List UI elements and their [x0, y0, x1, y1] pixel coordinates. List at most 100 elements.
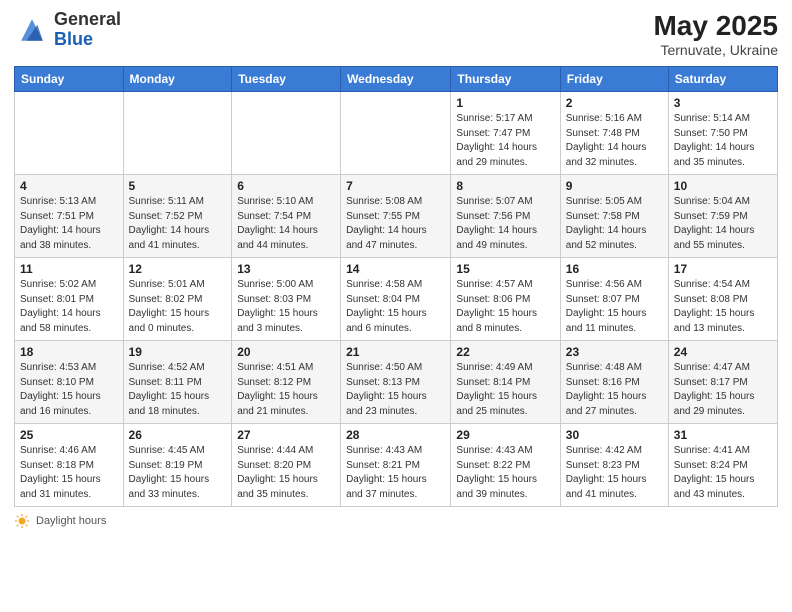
day-info: Sunrise: 4:49 AM Sunset: 8:14 PM Dayligh… [456, 361, 554, 419]
calendar-cell: 18 Sunrise: 4:53 AM Sunset: 8:10 PM Dayli… [15, 341, 124, 424]
calendar-cell [341, 92, 451, 175]
calendar-cell [123, 92, 232, 175]
calendar-cell: 29 Sunrise: 4:43 AM Sunset: 8:22 PM Dayli… [451, 424, 560, 507]
calendar-cell: 31 Sunrise: 4:41 AM Sunset: 8:24 PM Dayli… [668, 424, 777, 507]
calendar: SundayMondayTuesdayWednesdayThursdayFrid… [14, 66, 778, 507]
calendar-cell: 27Sunrise: 4:44 AM Sunset: 8:20 PM Dayli… [232, 424, 341, 507]
day-number: 29 [456, 428, 554, 442]
header: General Blue May 2025 Ternuvate, Ukraine [14, 10, 778, 58]
day-number: 22 [456, 345, 554, 359]
calendar-cell: 15 Sunrise: 4:57 AM Sunset: 8:06 PM Dayli… [451, 258, 560, 341]
day-number: 24 [674, 345, 772, 359]
day-info: Sunrise: 4:45 AM Sunset: 8:19 PM Dayligh… [129, 444, 227, 502]
calendar-cell [232, 92, 341, 175]
day-number: 3 [674, 96, 772, 110]
day-info: Sunrise: 4:47 AM Sunset: 8:17 PM Dayligh… [674, 361, 772, 419]
calendar-cell: 24 Sunrise: 4:47 AM Sunset: 8:17 PM Dayli… [668, 341, 777, 424]
calendar-cell: 16 Sunrise: 4:56 AM Sunset: 8:07 PM Dayli… [560, 258, 668, 341]
day-info: Sunrise: 5:05 AM Sunset: 7:58 PM Dayligh… [566, 195, 663, 253]
day-info: Sunrise: 5:13 AM Sunset: 7:51 PM Dayligh… [20, 195, 118, 253]
calendar-cell: 20 Sunrise: 4:51 AM Sunset: 8:12 PM Dayli… [232, 341, 341, 424]
calendar-cell: 11 Sunrise: 5:02 AM Sunset: 8:01 PM Dayli… [15, 258, 124, 341]
calendar-cell: 12Sunrise: 5:01 AM Sunset: 8:02 PM Dayli… [123, 258, 232, 341]
day-info: Sunrise: 4:43 AM Sunset: 8:22 PM Dayligh… [456, 444, 554, 502]
calendar-header-row: SundayMondayTuesdayWednesdayThursdayFrid… [15, 67, 778, 92]
title-block: May 2025 Ternuvate, Ukraine [653, 10, 778, 58]
col-header-tuesday: Tuesday [232, 67, 341, 92]
day-number: 8 [456, 179, 554, 193]
day-number: 12 [129, 262, 227, 276]
day-info: Sunrise: 5:14 AM Sunset: 7:50 PM Dayligh… [674, 112, 772, 170]
calendar-cell: 30 Sunrise: 4:42 AM Sunset: 8:23 PM Dayli… [560, 424, 668, 507]
day-info: Sunrise: 4:58 AM Sunset: 8:04 PM Dayligh… [346, 278, 445, 336]
day-number: 15 [456, 262, 554, 276]
day-info: Sunrise: 5:07 AM Sunset: 7:56 PM Dayligh… [456, 195, 554, 253]
col-header-saturday: Saturday [668, 67, 777, 92]
day-number: 4 [20, 179, 118, 193]
calendar-cell: 5Sunrise: 5:11 AM Sunset: 7:52 PM Daylig… [123, 175, 232, 258]
day-info: Sunrise: 4:50 AM Sunset: 8:13 PM Dayligh… [346, 361, 445, 419]
calendar-cell: 22 Sunrise: 4:49 AM Sunset: 8:14 PM Dayli… [451, 341, 560, 424]
calendar-cell: 26 Sunrise: 4:45 AM Sunset: 8:19 PM Dayli… [123, 424, 232, 507]
calendar-week-5: 25Sunrise: 4:46 AM Sunset: 8:18 PM Dayli… [15, 424, 778, 507]
day-info: Sunrise: 5:00 AM Sunset: 8:03 PM Dayligh… [237, 278, 335, 336]
day-number: 7 [346, 179, 445, 193]
day-number: 25 [20, 428, 118, 442]
day-number: 27 [237, 428, 335, 442]
day-info: Sunrise: 4:51 AM Sunset: 8:12 PM Dayligh… [237, 361, 335, 419]
day-number: 30 [566, 428, 663, 442]
day-number: 28 [346, 428, 445, 442]
day-number: 9 [566, 179, 663, 193]
col-header-wednesday: Wednesday [341, 67, 451, 92]
col-header-thursday: Thursday [451, 67, 560, 92]
col-header-friday: Friday [560, 67, 668, 92]
calendar-cell: 4 Sunrise: 5:13 AM Sunset: 7:51 PM Daylig… [15, 175, 124, 258]
day-number: 26 [129, 428, 227, 442]
day-number: 20 [237, 345, 335, 359]
day-info: Sunrise: 4:57 AM Sunset: 8:06 PM Dayligh… [456, 278, 554, 336]
logo: General Blue [14, 10, 121, 50]
day-info: Sunrise: 4:54 AM Sunset: 8:08 PM Dayligh… [674, 278, 772, 336]
logo-general: General [54, 9, 121, 29]
day-number: 1 [456, 96, 554, 110]
calendar-cell: 8 Sunrise: 5:07 AM Sunset: 7:56 PM Daylig… [451, 175, 560, 258]
day-info: Sunrise: 5:04 AM Sunset: 7:59 PM Dayligh… [674, 195, 772, 253]
logo-blue: Blue [54, 29, 93, 49]
day-info: Sunrise: 5:02 AM Sunset: 8:01 PM Dayligh… [20, 278, 118, 336]
day-number: 16 [566, 262, 663, 276]
calendar-cell: 3 Sunrise: 5:14 AM Sunset: 7:50 PM Daylig… [668, 92, 777, 175]
day-info: Sunrise: 4:53 AM Sunset: 8:10 PM Dayligh… [20, 361, 118, 419]
location: Ternuvate, Ukraine [653, 42, 778, 58]
month-year: May 2025 [653, 10, 778, 42]
calendar-cell: 13 Sunrise: 5:00 AM Sunset: 8:03 PM Dayli… [232, 258, 341, 341]
calendar-cell: 28Sunrise: 4:43 AM Sunset: 8:21 PM Dayli… [341, 424, 451, 507]
day-number: 21 [346, 345, 445, 359]
col-header-sunday: Sunday [15, 67, 124, 92]
day-number: 11 [20, 262, 118, 276]
day-info: Sunrise: 5:17 AM Sunset: 7:47 PM Dayligh… [456, 112, 554, 170]
logo-icon [14, 12, 50, 48]
day-number: 13 [237, 262, 335, 276]
calendar-cell: 1 Sunrise: 5:17 AM Sunset: 7:47 PM Daylig… [451, 92, 560, 175]
day-number: 6 [237, 179, 335, 193]
day-info: Sunrise: 4:52 AM Sunset: 8:11 PM Dayligh… [129, 361, 227, 419]
daylight-hours-label: Daylight hours [36, 515, 106, 527]
day-number: 19 [129, 345, 227, 359]
day-number: 31 [674, 428, 772, 442]
sun-icon [14, 513, 30, 529]
day-info: Sunrise: 4:56 AM Sunset: 8:07 PM Dayligh… [566, 278, 663, 336]
calendar-cell: 21 Sunrise: 4:50 AM Sunset: 8:13 PM Dayli… [341, 341, 451, 424]
calendar-cell: 6 Sunrise: 5:10 AM Sunset: 7:54 PM Daylig… [232, 175, 341, 258]
calendar-cell: 9 Sunrise: 5:05 AM Sunset: 7:58 PM Daylig… [560, 175, 668, 258]
calendar-week-1: 1 Sunrise: 5:17 AM Sunset: 7:47 PM Daylig… [15, 92, 778, 175]
calendar-cell: 23Sunrise: 4:48 AM Sunset: 8:16 PM Dayli… [560, 341, 668, 424]
day-number: 18 [20, 345, 118, 359]
day-info: Sunrise: 5:10 AM Sunset: 7:54 PM Dayligh… [237, 195, 335, 253]
day-info: Sunrise: 4:41 AM Sunset: 8:24 PM Dayligh… [674, 444, 772, 502]
day-number: 23 [566, 345, 663, 359]
day-info: Sunrise: 4:42 AM Sunset: 8:23 PM Dayligh… [566, 444, 663, 502]
calendar-week-4: 18 Sunrise: 4:53 AM Sunset: 8:10 PM Dayli… [15, 341, 778, 424]
calendar-week-2: 4 Sunrise: 5:13 AM Sunset: 7:51 PM Daylig… [15, 175, 778, 258]
calendar-cell: 17Sunrise: 4:54 AM Sunset: 8:08 PM Dayli… [668, 258, 777, 341]
footer: Daylight hours [14, 513, 778, 529]
